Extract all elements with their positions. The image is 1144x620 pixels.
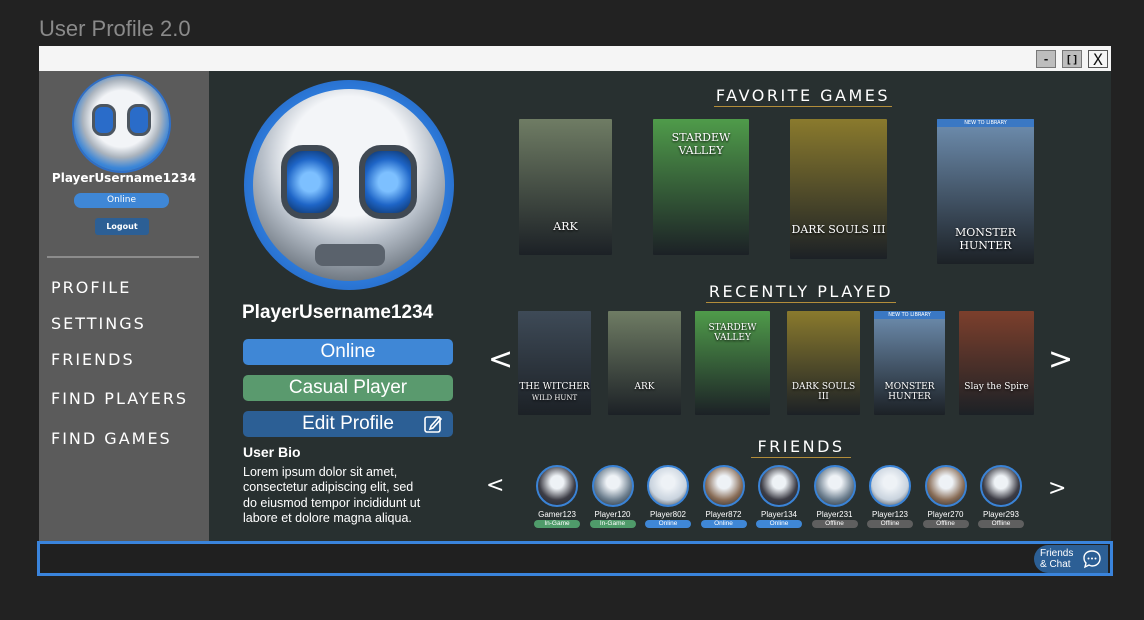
friend-avatar [869,465,911,507]
game-subtitle-label: WILD HUNT [531,394,578,403]
friend-avatar [813,465,856,507]
friend-name: Player134 [760,510,798,519]
friend-name: Player231 [816,510,853,519]
friend-status-badge: Offline [811,520,858,528]
game-title-label: DARK SOULS III [791,381,856,402]
friend-status-badge: Offline [867,520,913,528]
close-button[interactable]: X [1088,50,1108,69]
friend-status-badge: In-Game [534,520,580,528]
edit-profile-label: Edit Profile [302,413,394,434]
new-to-library-tag: NEW TO LIBRARY [874,311,945,319]
friend-status-badge: Online [700,520,747,528]
recent-game-stardew[interactable]: STARDEW VALLEY [695,311,770,415]
sidebar-status-badge[interactable]: Online [74,193,169,208]
friend-item[interactable]: Player802 Online [643,465,693,528]
new-to-library-tag: NEW TO LIBRARY [937,119,1034,127]
friend-status-badge: In-Game [589,520,636,528]
edit-icon [424,415,443,433]
minimize-button[interactable]: - [1036,50,1056,68]
friend-avatar [924,465,967,507]
game-title-label: DARK SOULS III [791,222,886,236]
game-title-label: STARDEW VALLEY [708,323,757,343]
friend-status-badge: Offline [922,520,969,528]
game-title-label: THE WITCHER [519,381,590,392]
recent-game-slay-the-spire[interactable]: Slay the Spire [959,311,1034,415]
sidebar: PlayerUsername1234 Online Logout PROFILE… [39,71,209,542]
chat-bubble-icon [1083,550,1101,569]
recent-game-dark-souls[interactable]: DARK SOULS III [787,311,860,415]
friend-status-badge: Offline [978,520,1024,528]
profile-avatar [253,89,445,281]
nav-friends[interactable]: FRIENDS [51,350,135,369]
friends-next-arrow[interactable]: > [1048,476,1066,501]
recent-prev-arrow[interactable]: < [488,342,513,377]
maximize-button[interactable]: [] [1062,50,1082,68]
game-title-label: MONSTER HUNTER [884,381,935,402]
friend-item[interactable]: Player231 Offline [810,465,860,528]
friend-item[interactable]: Player872 Online [699,465,749,528]
player-type-button[interactable]: Casual Player [243,375,453,401]
recent-game-monster-hunter[interactable]: NEW TO LIBRARY MONSTER HUNTER [874,311,945,415]
nav-settings[interactable]: SETTINGS [51,314,146,333]
game-title-label: ARK [553,219,578,233]
friend-name: Player872 [705,510,742,519]
friend-item[interactable]: Gamer123 In-Game [532,465,582,528]
recent-next-arrow[interactable]: > [1048,342,1073,377]
robot-right-eye [359,145,417,219]
friends-title: FRIENDS [751,437,851,458]
friend-item[interactable]: Player270 Offline [921,465,971,528]
favorite-game-stardew[interactable]: STARDEW VALLEY [653,119,749,255]
chat-bar: Friends & Chat [37,541,1113,576]
bio-title: User Bio [243,444,301,460]
robot-mouth [315,244,385,266]
recent-game-witcher[interactable]: THE WITCHER WILD HUNT [518,311,591,415]
recent-game-ark[interactable]: ARK [608,311,681,415]
favorite-game-dark-souls[interactable]: DARK SOULS III [790,119,887,259]
friend-avatar [647,465,689,507]
friend-avatar [702,465,745,507]
profile-username: PlayerUsername1234 [242,302,434,323]
game-title-label: STARDEW VALLEY [671,131,731,157]
nav-find-games[interactable]: FIND GAMES [51,429,172,448]
sidebar-avatar[interactable] [74,76,169,171]
robot-left-eye [281,145,339,219]
friends-chat-button[interactable]: Friends & Chat [1034,545,1108,573]
bio-text: Lorem ipsum dolor sit amet, consectetur … [243,465,421,525]
friend-avatar [980,465,1022,507]
friend-name: Player270 [927,510,964,519]
app-title: User Profile 2.0 [39,16,191,41]
friend-name: Player123 [871,510,909,519]
friend-status-badge: Online [756,520,802,528]
friend-name: Player120 [594,510,631,519]
friend-avatar [758,465,800,507]
nav-profile[interactable]: PROFILE [51,278,131,297]
friend-name: Gamer123 [538,510,576,519]
friend-item[interactable]: Player120 In-Game [588,465,638,528]
nav-find-players[interactable]: FIND PLAYERS [51,389,188,408]
edit-profile-button[interactable]: Edit Profile [243,411,453,437]
friend-avatar [536,465,578,507]
favorite-game-ark[interactable]: ARK [519,119,612,255]
friend-avatar [591,465,634,507]
sidebar-username: PlayerUsername1234 [51,171,197,185]
friend-name: Player293 [982,510,1020,519]
sidebar-divider [47,256,199,258]
friends-prev-arrow[interactable]: < [486,473,504,498]
favorite-games-title: FAVORITE GAMES [714,86,892,107]
friend-item[interactable]: Player123 Offline [865,465,915,528]
game-title-label: Slay the Spire [964,381,1029,392]
friend-name: Player802 [649,510,687,519]
game-title-label: ARK [634,381,655,392]
friend-status-badge: Online [645,520,691,528]
game-title-label: MONSTER HUNTER [954,226,1017,253]
friend-item[interactable]: Player134 Online [754,465,804,528]
logout-button[interactable]: Logout [95,218,149,235]
favorite-game-monster-hunter[interactable]: NEW TO LIBRARY MONSTER HUNTER [937,119,1034,264]
friend-item[interactable]: Player293 Offline [976,465,1026,528]
recently-played-title: RECENTLY PLAYED [706,282,896,303]
profile-status-button[interactable]: Online [243,339,453,365]
profile-window: - [] X PlayerUsername1234 Online Logout … [39,46,1111,542]
window-titlebar: - [] X [39,46,1111,71]
